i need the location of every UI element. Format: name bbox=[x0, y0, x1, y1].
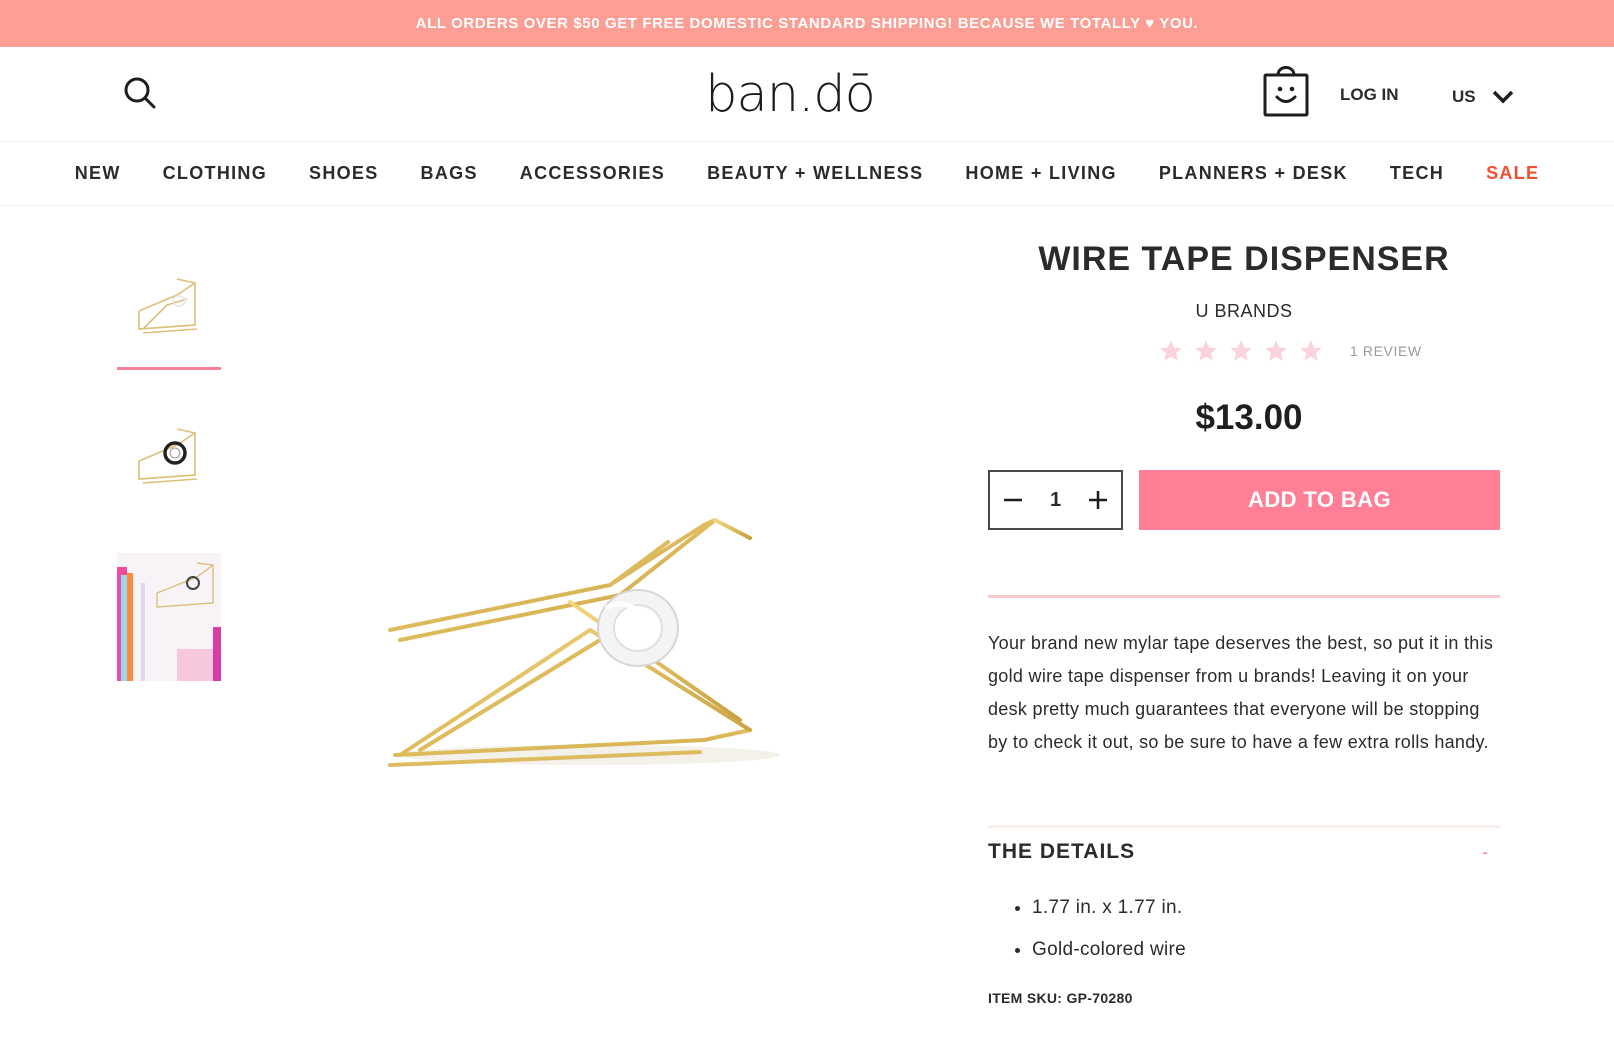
nav-item-planners-desk[interactable]: PLANNERS + DESK bbox=[1138, 163, 1369, 184]
nav-item-new[interactable]: NEW bbox=[54, 163, 142, 184]
nav-item-home-living[interactable]: HOME + LIVING bbox=[944, 163, 1137, 184]
login-link[interactable]: LOG IN bbox=[1340, 85, 1399, 105]
list-item: Gold-colored wire bbox=[1032, 929, 1492, 971]
list-item: 1.77 in. x 1.77 in. bbox=[1032, 887, 1492, 929]
thumbnail-1[interactable] bbox=[117, 255, 221, 355]
details-list: 1.77 in. x 1.77 in. Gold-colored wire bbox=[1032, 887, 1492, 971]
nav-item-beauty-wellness[interactable]: BEAUTY + WELLNESS bbox=[686, 163, 944, 184]
country-label: US bbox=[1452, 87, 1476, 106]
star-icon bbox=[1160, 340, 1182, 361]
star-icon bbox=[1300, 340, 1322, 361]
plus-icon[interactable] bbox=[1087, 489, 1109, 511]
promo-banner: ALL ORDERS OVER $50 GET FREE DOMESTIC ST… bbox=[0, 0, 1614, 47]
nav-item-tech[interactable]: TECH bbox=[1369, 163, 1465, 184]
shopping-bag-icon[interactable] bbox=[1262, 61, 1310, 117]
selected-thumbnail-indicator bbox=[117, 367, 221, 370]
product-brand[interactable]: U BRANDS bbox=[988, 301, 1500, 322]
promo-text: ALL ORDERS OVER $50 GET FREE DOMESTIC ST… bbox=[415, 15, 1199, 32]
product-details-panel: WIRE TAPE DISPENSER U BRANDS 1 REVIEW $1… bbox=[988, 240, 1500, 1006]
chevron-down-icon bbox=[1492, 90, 1513, 104]
nav-item-bags[interactable]: BAGS bbox=[400, 163, 499, 184]
nav-item-shoes[interactable]: SHOES bbox=[288, 163, 400, 184]
thumbnail-3[interactable] bbox=[117, 553, 221, 681]
product-price: $13.00 bbox=[1195, 398, 1303, 437]
main-product-image[interactable] bbox=[370, 480, 810, 820]
quantity-stepper bbox=[988, 470, 1123, 530]
section-divider bbox=[988, 595, 1500, 598]
section-divider bbox=[988, 825, 1500, 828]
nav-item-clothing[interactable]: CLOTHING bbox=[142, 163, 288, 184]
thumbnail-2[interactable] bbox=[117, 405, 221, 505]
site-header: ban.dō LOG IN US bbox=[0, 47, 1614, 142]
country-selector[interactable]: US bbox=[1452, 85, 1514, 109]
item-sku: ITEM SKU: GP-70280 bbox=[988, 990, 1133, 1006]
add-to-bag-button[interactable]: ADD TO BAG bbox=[1139, 470, 1500, 530]
product-title: WIRE TAPE DISPENSER bbox=[1038, 240, 1450, 278]
nav-item-sale[interactable]: SALE bbox=[1465, 163, 1560, 184]
search-icon[interactable] bbox=[122, 75, 158, 111]
quantity-input[interactable] bbox=[1035, 488, 1076, 512]
nav-item-accessories[interactable]: ACCESSORIES bbox=[499, 163, 686, 184]
details-title: THE DETAILS bbox=[988, 840, 1136, 863]
rating-stars bbox=[1158, 338, 1324, 364]
main-navigation: NEW CLOTHING SHOES BAGS ACCESSORIES BEAU… bbox=[0, 142, 1614, 206]
star-icon bbox=[1265, 340, 1287, 361]
minus-icon[interactable] bbox=[1002, 489, 1024, 511]
star-icon bbox=[1230, 340, 1252, 361]
product-description: Your brand new mylar tape deserves the b… bbox=[988, 633, 1494, 752]
product-rating: 1 REVIEW bbox=[1158, 338, 1422, 364]
collapse-toggle-icon[interactable]: - bbox=[1482, 842, 1488, 863]
reviews-link[interactable]: 1 REVIEW bbox=[1350, 343, 1422, 359]
details-accordion-header[interactable]: THE DETAILS - bbox=[988, 840, 1500, 864]
site-logo[interactable]: ban.dō bbox=[700, 65, 880, 125]
star-icon bbox=[1195, 340, 1217, 361]
